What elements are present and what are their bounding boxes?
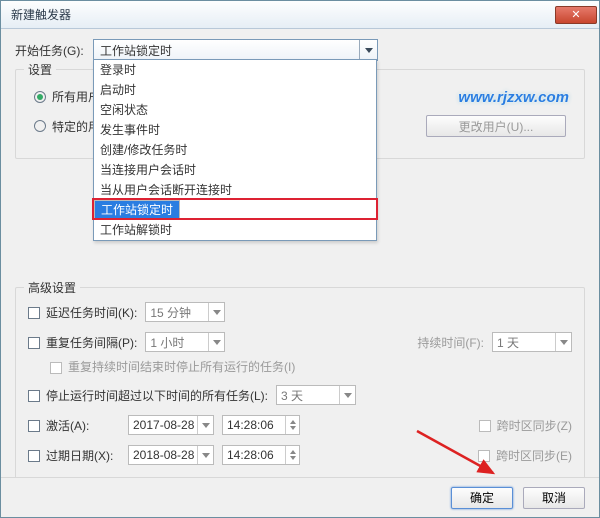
advanced-group: 高级设置 延迟任务时间(K): 15 分钟 重复任务间隔(P): 1 小时 持续… — [15, 287, 585, 505]
chevron-down-icon — [555, 333, 571, 351]
dropdown-option[interactable]: 发生事件时 — [94, 120, 376, 140]
repeat-select[interactable]: 1 小时 — [145, 332, 225, 352]
settings-legend: 设置 — [24, 61, 56, 78]
chevron-down-icon — [339, 386, 355, 404]
repeat-checkbox[interactable]: 重复任务间隔(P): — [28, 334, 137, 351]
start-task-combo[interactable]: 工作站锁定时 — [93, 39, 378, 61]
stop-after-select[interactable]: 3 天 — [276, 385, 356, 405]
ok-button[interactable]: 确定 — [451, 487, 513, 509]
chevron-down-icon — [208, 333, 224, 351]
dialog-body: 开始任务(G): 工作站锁定时 登录时启动时空闲状态发生事件时创建/修改任务时当… — [1, 29, 599, 505]
spinner-icon — [285, 446, 299, 464]
dropdown-option[interactable]: 空闲状态 — [94, 100, 376, 120]
dropdown-option[interactable]: 登录时 — [94, 60, 376, 80]
tz-sync-z-checkbox[interactable]: 跨时区同步(Z) — [479, 417, 572, 434]
stop-after-checkbox[interactable]: 停止运行时间超过以下时间的所有任务(L): — [28, 387, 268, 404]
expire-checkbox[interactable]: 过期日期(X): — [28, 447, 120, 464]
dropdown-option[interactable]: 工作站解锁时 — [94, 220, 376, 240]
duration-select[interactable]: 1 天 — [492, 332, 572, 352]
dropdown-option[interactable]: 工作站锁定时 — [94, 200, 180, 220]
titlebar: 新建触发器 ✕ — [1, 1, 599, 29]
dialog-footer: 确定 取消 — [1, 477, 599, 517]
spinner-icon — [285, 416, 299, 434]
dropdown-option[interactable]: 启动时 — [94, 80, 376, 100]
tz-sync-e-checkbox[interactable]: 跨时区同步(E) — [478, 447, 572, 464]
chevron-down-icon — [359, 40, 377, 60]
activate-checkbox[interactable]: 激活(A): — [28, 417, 120, 434]
delay-select[interactable]: 15 分钟 — [145, 302, 225, 322]
radio-icon — [34, 91, 46, 103]
chevron-down-icon — [197, 416, 213, 434]
start-task-label: 开始任务(G): — [15, 42, 93, 59]
chevron-down-icon — [208, 303, 224, 321]
change-user-button[interactable]: 更改用户(U)... — [426, 115, 566, 137]
radio-specific-user[interactable]: 特定的用 — [34, 118, 100, 135]
stop-repeat-checkbox[interactable]: 重复持续时间结束时停止所有运行的任务(I) — [50, 360, 295, 374]
activate-time[interactable]: 14:28:06 — [222, 415, 300, 435]
close-icon: ✕ — [571, 8, 580, 21]
radio-icon — [34, 120, 46, 132]
window-title: 新建触发器 — [11, 6, 71, 23]
duration-label: 持续时间(F): — [417, 334, 484, 351]
dropdown-option[interactable]: 创建/修改任务时 — [94, 140, 376, 160]
expire-date[interactable]: 2018-08-28 — [128, 445, 214, 465]
close-button[interactable]: ✕ — [555, 6, 597, 24]
chevron-down-icon — [197, 446, 213, 464]
dropdown-option[interactable]: 当连接用户会话时 — [94, 160, 376, 180]
cancel-button[interactable]: 取消 — [523, 487, 585, 509]
start-task-value: 工作站锁定时 — [100, 42, 172, 59]
dialog-window: 新建触发器 ✕ 开始任务(G): 工作站锁定时 登录时启动时空闲状态发生事件时创… — [0, 0, 600, 518]
activate-date[interactable]: 2017-08-28 — [128, 415, 214, 435]
start-task-dropdown[interactable]: 登录时启动时空闲状态发生事件时创建/修改任务时当连接用户会话时当从用户会话断开连… — [93, 59, 377, 241]
delay-checkbox[interactable]: 延迟任务时间(K): — [28, 304, 137, 321]
dropdown-option[interactable]: 当从用户会话断开连接时 — [94, 180, 376, 200]
expire-time[interactable]: 14:28:06 — [222, 445, 300, 465]
advanced-legend: 高级设置 — [24, 279, 80, 296]
